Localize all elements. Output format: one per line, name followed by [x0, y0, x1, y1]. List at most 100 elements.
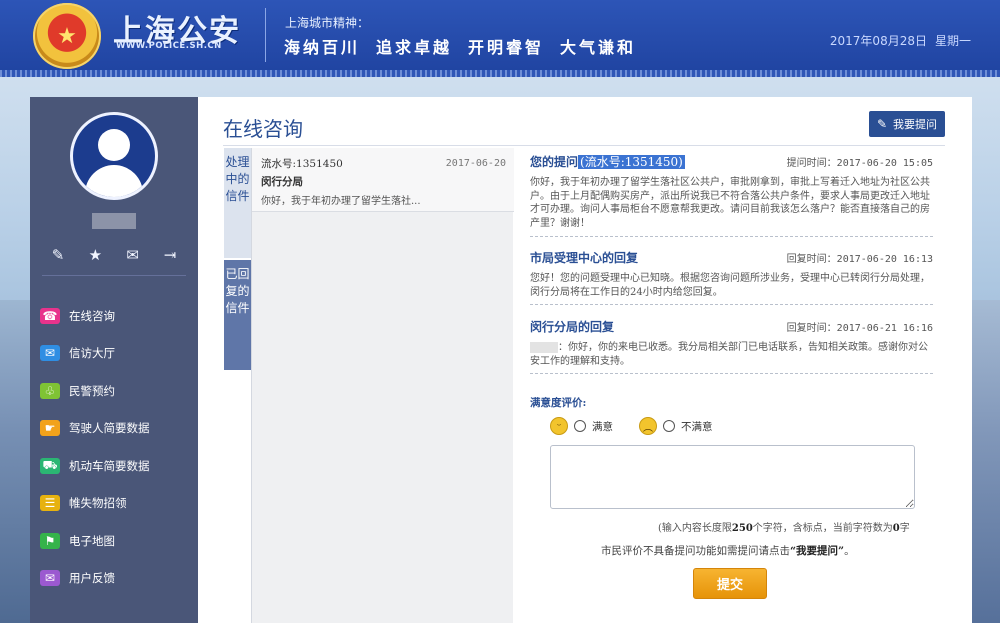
handshake-icon: ♧ [40, 382, 60, 399]
sidebar-item-label: 在线咨询 [69, 308, 115, 323]
reply-body: 您好！您的问题受理中心已知晓。根据您咨询问题所涉业务，受理中心已转闵行分局处理，… [530, 273, 930, 298]
main-panel: 在线咨询 ✎ 我要提问 处理中的信件 已回复的信件 流水号:1351450 20… [198, 97, 972, 623]
rating-satisfied[interactable]: ᵕ 满意 [550, 417, 613, 435]
sidebar-nav: ☎ 在线咨询 ✉ 信访大厅 ♧ 民警预约 ☛ 驾驶人简要数据 ⛟ 机动车简要数据… [40, 297, 190, 597]
pencil-icon[interactable]: ✎ [42, 240, 74, 270]
char-limit-note: (输入内容长度限250个字符，含标点，当前字符数为0字 [658, 519, 910, 534]
phone-icon: ☎ [40, 307, 60, 324]
satisfied-radio[interactable] [574, 420, 586, 432]
reply-section: 市局受理中心的回复 回复时间：2017-06-20 16:13 您好！您的问题受… [530, 249, 933, 305]
mail-icon[interactable]: ✉ [117, 240, 149, 270]
avatar-body [85, 165, 143, 197]
site-header: ★ 上海公安 WWW.POLICE.SH.CN 上海城市精神： 海纳百川 追求卓… [0, 0, 1000, 77]
rating-label: 满意度评价: [530, 397, 587, 409]
sidebar-item-online-consult[interactable]: ☎ 在线咨询 [40, 297, 190, 335]
header-divider [265, 8, 266, 62]
title-divider [223, 145, 945, 146]
logout-icon[interactable]: ⇥ [154, 240, 186, 270]
sidebar-item-label: 用户反馈 [69, 571, 115, 586]
sidebar-item-label: 民警预约 [69, 383, 115, 398]
rating-unsatisfied[interactable]: ︵ 不满意 [639, 417, 713, 435]
question-serial: (流水号:1351450) [578, 155, 685, 169]
reply-body-wrap: ：你好，你的来电已收悉。我分局相关部门已电话联系，告知相关政策。感谢你对公安工作… [530, 341, 933, 368]
user-sidebar: ✎ ★ ✉ ⇥ ☎ 在线咨询 ✉ 信访大厅 ♧ 民警预约 ☛ 驾驶人简要数据 ⛟… [30, 97, 198, 623]
avatar-head [98, 129, 130, 161]
rating-options: ᵕ 满意 ︵ 不满意 [550, 417, 713, 435]
sidebar-item-lost-found[interactable]: ☰ 帷失物招领 [40, 485, 190, 523]
limit-max: 250 [731, 523, 753, 534]
sidebar-item-label: 电子地图 [69, 533, 115, 548]
smile-icon: ᵕ [550, 417, 568, 435]
list-item-date: 2017-06-20 [445, 158, 506, 169]
list-item-summary: 你好，我于年初办理了留学生落社... [261, 196, 421, 207]
tools-divider [42, 275, 186, 276]
question-body: 你好，我于年初办理了留学生落社区公共户，审批刚拿到，审批上写着迁入地址为社区公共… [530, 177, 930, 229]
hand-icon: ☛ [40, 420, 60, 437]
city-spirit: 海纳百川 追求卓越 开明睿智 大气谦和 [284, 34, 636, 58]
map-icon: ⚑ [40, 532, 60, 549]
star-icon[interactable]: ★ [79, 240, 111, 270]
satisfied-label: 满意 [592, 420, 613, 433]
sidebar-item-label: 机动车简要数据 [69, 458, 150, 473]
letter-list: 流水号:1351450 2017-06-20 闵行分局 你好，我于年初办理了留学… [251, 148, 514, 623]
ask-question-button[interactable]: ✎ 我要提问 [869, 111, 945, 137]
reply-time: 回复时间：2017-06-20 16:13 [786, 254, 933, 265]
reply-body: ：你好，你的来电已收悉。我分局相关部门已电话联系，告知相关政策。感谢你对公安工作… [530, 342, 928, 367]
note-text: 市民评价不具备提问功能如需提问请点击 [601, 545, 790, 557]
limit-text: 个字符，含标点，当前字符数为 [752, 523, 893, 534]
city-spirit-label: 上海城市精神： [285, 16, 370, 30]
header-date: 2017年08月28日 星期一 [830, 32, 971, 49]
letter-tabs: 处理中的信件 已回复的信件 [224, 148, 251, 370]
sidebar-item-e-map[interactable]: ⚑ 电子地图 [40, 522, 190, 560]
sidebar-item-label: 信访大厅 [69, 346, 115, 361]
unsatisfied-label: 不满意 [681, 420, 713, 433]
ask-question-label: 我要提问 [893, 118, 938, 131]
question-section: 您的提问 (流水号:1351450) 提问时间：2017-06-20 15:05 … [530, 153, 933, 237]
spirit-phrase: 追求卓越 [376, 38, 453, 57]
sidebar-item-label: 帷失物招领 [69, 496, 127, 511]
username-redacted [92, 213, 136, 229]
spirit-phrase: 海纳百川 [284, 38, 361, 57]
unsatisfied-radio[interactable] [663, 420, 675, 432]
background-city-right [972, 300, 1000, 623]
logo-url: WWW.POLICE.SH.CN [116, 41, 222, 51]
feedback-icon: ✉ [40, 570, 60, 587]
question-time: 提问时间：2017-06-20 15:05 [786, 158, 933, 169]
avatar[interactable] [70, 112, 158, 200]
police-emblem-icon: ★ [33, 3, 101, 69]
frown-icon: ︵ [639, 417, 657, 435]
sidebar-item-driver-data[interactable]: ☛ 驾驶人简要数据 [40, 410, 190, 448]
tab-processing[interactable]: 处理中的信件 [224, 148, 251, 258]
car-icon: ⛟ [40, 457, 60, 474]
list-icon: ☰ [40, 495, 60, 512]
note-link[interactable]: “我要提问” [790, 545, 844, 557]
sidebar-item-petition-hall[interactable]: ✉ 信访大厅 [40, 335, 190, 373]
submit-button[interactable]: 提交 [693, 568, 767, 599]
page-title: 在线咨询 [223, 117, 303, 141]
list-item-dept: 闵行分局 [261, 176, 303, 188]
limit-text: 字 [899, 523, 910, 534]
spirit-phrase: 大气谦和 [560, 38, 637, 57]
pencil-icon: ✎ [876, 117, 888, 131]
envelope-icon: ✉ [40, 345, 60, 362]
reply-time: 回复时间：2017-06-21 16:16 [786, 323, 933, 334]
note-text: 。 [844, 545, 855, 557]
sidebar-item-police-appointment[interactable]: ♧ 民警预约 [40, 372, 190, 410]
sidebar-item-user-feedback[interactable]: ✉ 用户反馈 [40, 560, 190, 598]
background-city-left [0, 300, 30, 623]
tab-replied[interactable]: 已回复的信件 [224, 260, 251, 370]
question-title-prefix: 您的提问 [530, 155, 579, 169]
limit-text: (输入内容长度限 [658, 523, 732, 534]
sidebar-item-label: 驾驶人简要数据 [69, 421, 150, 436]
sidebar-item-vehicle-data[interactable]: ⛟ 机动车简要数据 [40, 447, 190, 485]
comment-textarea[interactable] [550, 445, 915, 509]
letter-detail: 您的提问 (流水号:1351450) 提问时间：2017-06-20 15:05 … [530, 153, 933, 374]
user-tools: ✎ ★ ✉ ⇥ [42, 240, 186, 270]
date-text: 2017年08月28日 [829, 34, 927, 48]
header-stripe [0, 70, 1000, 77]
rating-note: 市民评价不具备提问功能如需提问请点击“我要提问”。 [601, 543, 855, 558]
list-item[interactable]: 流水号:1351450 2017-06-20 闵行分局 你好，我于年初办理了留学… [252, 148, 514, 212]
redacted-name [530, 342, 558, 353]
reply-section: 闵行分局的回复 回复时间：2017-06-21 16:16 ：你好，你的来电已收… [530, 318, 933, 374]
spirit-phrase: 开明睿智 [468, 38, 545, 57]
